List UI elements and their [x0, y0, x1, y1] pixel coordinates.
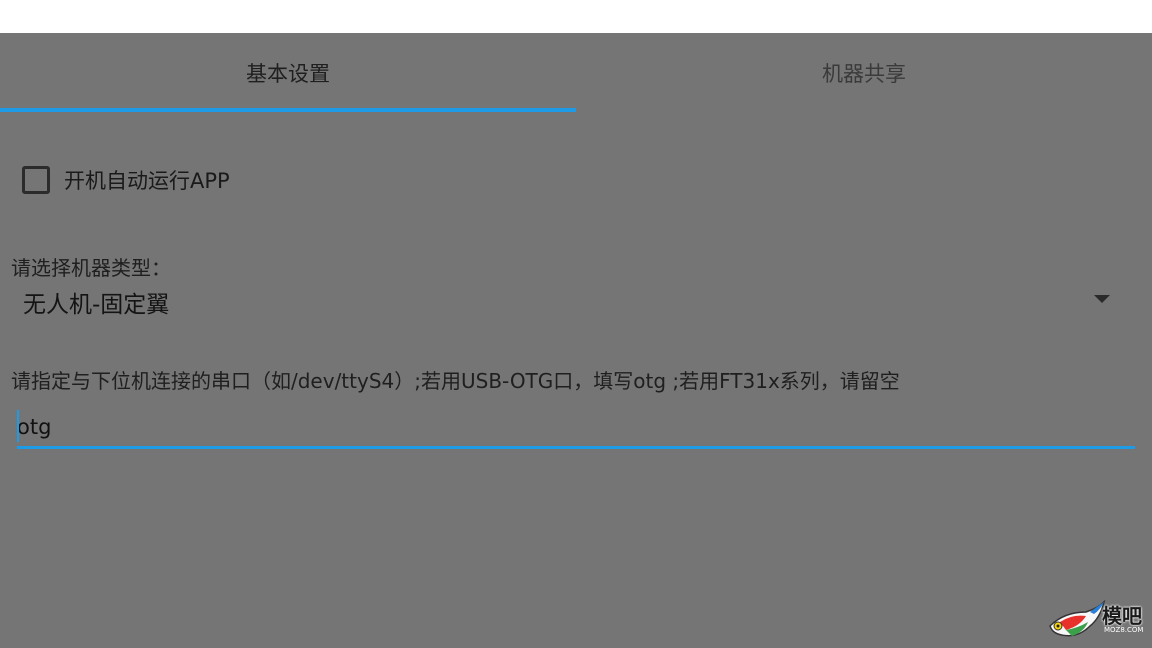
tab-indicator — [0, 108, 576, 112]
settings-panel: 基本设置 机器共享 开机自动运行APP 请选择机器类型： 无人机-固定翼 请指定… — [0, 33, 1152, 648]
autostart-checkbox[interactable] — [22, 166, 50, 194]
watermark-subtext: MOZ8.COM — [1104, 626, 1144, 634]
tab-machine-sharing[interactable]: 机器共享 — [576, 33, 1152, 113]
machine-type-value: 无人机-固定翼 — [23, 292, 170, 318]
serial-port-input[interactable] — [17, 407, 1135, 449]
autostart-row[interactable]: 开机自动运行APP — [22, 165, 230, 195]
tab-bar: 基本设置 机器共享 — [0, 33, 1152, 113]
status-bar — [0, 0, 1152, 33]
text-caret — [17, 410, 19, 442]
dropdown-arrow-icon[interactable] — [1094, 295, 1110, 303]
tab-machine-sharing-label: 机器共享 — [822, 62, 906, 86]
tab-basic-settings-label: 基本设置 — [246, 62, 330, 86]
bird-logo-icon — [1049, 599, 1106, 637]
serial-port-label: 请指定与下位机连接的串口（如/dev/ttyS4）;若用USB-OTG口，填写o… — [11, 369, 900, 393]
watermark-text: 模吧 — [1102, 604, 1142, 628]
moz8-watermark: 模吧 MOZ8.COM — [1046, 599, 1150, 644]
machine-type-select[interactable]: 无人机-固定翼 — [11, 283, 1131, 319]
tab-basic-settings[interactable]: 基本设置 — [0, 33, 576, 113]
machine-type-label: 请选择机器类型： — [11, 256, 171, 280]
autostart-label: 开机自动运行APP — [64, 169, 230, 193]
